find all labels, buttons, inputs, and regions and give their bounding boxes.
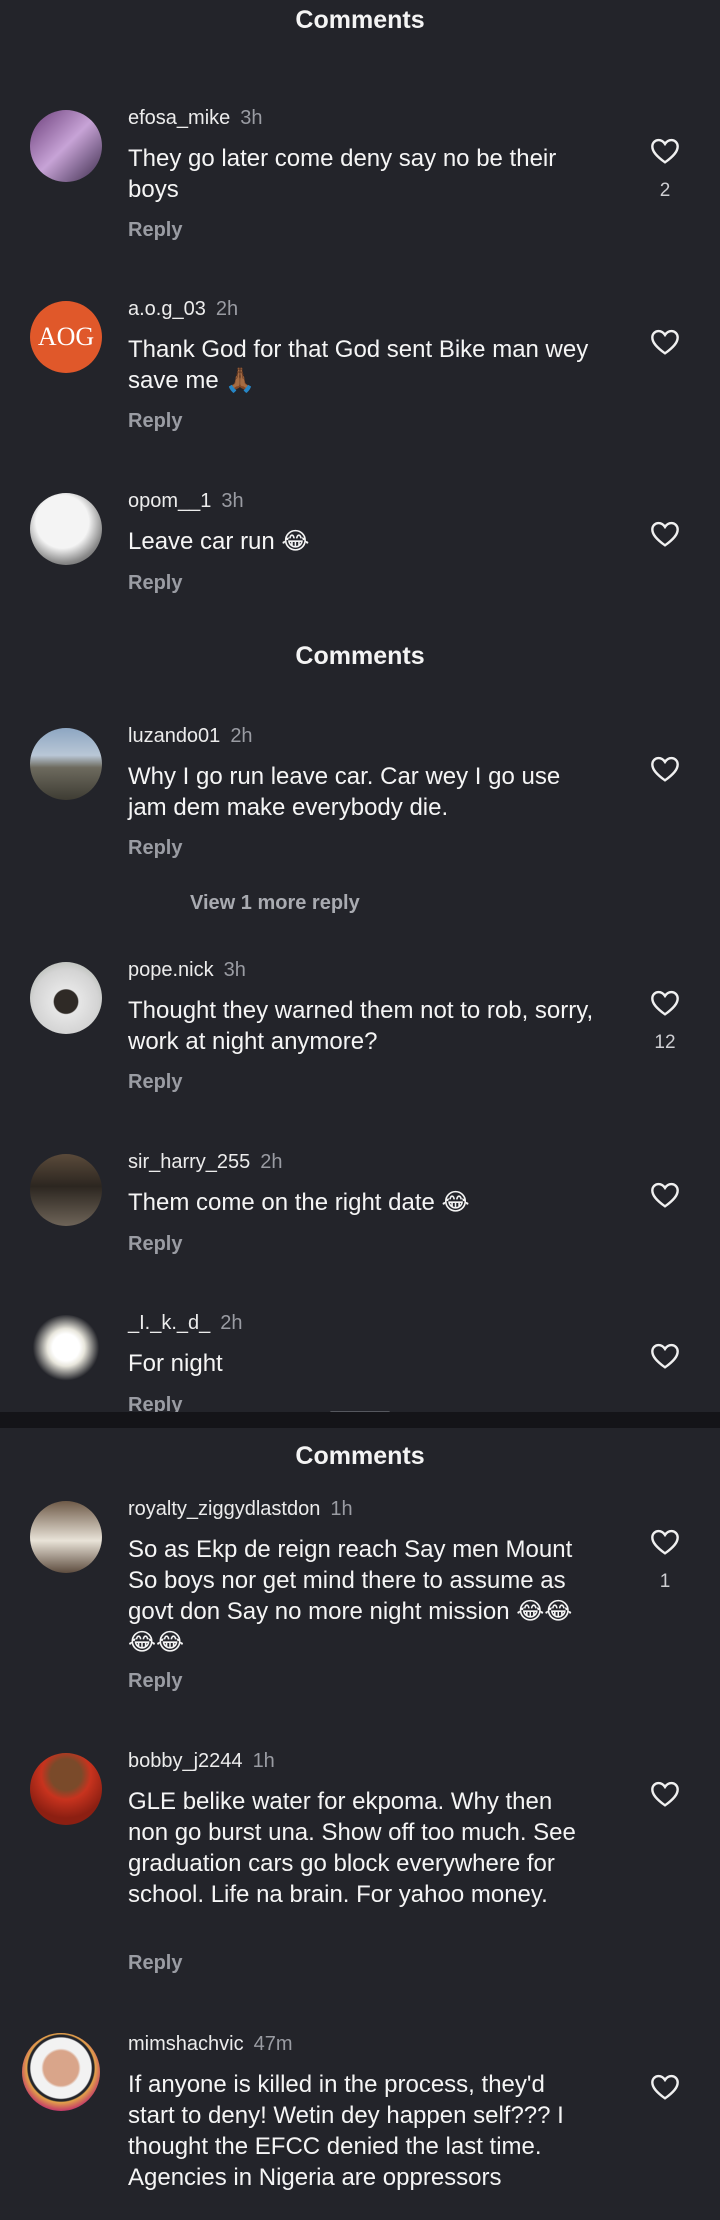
username[interactable]: a.o.g_03 [128, 298, 206, 320]
avatar-initials: AOG [37, 322, 95, 351]
comment-text: Them come on the right date 😂 [128, 1189, 470, 1216]
reply-button[interactable]: Reply [128, 572, 182, 595]
username[interactable]: pope.nick [128, 959, 214, 981]
timestamp: 2h [230, 725, 253, 747]
like-count: 2 [659, 180, 671, 201]
comment-text: Thank God for that God sent Bike man wey… [128, 336, 589, 394]
reply-button[interactable]: Reply [128, 837, 182, 860]
timestamp: 3h [221, 490, 244, 512]
avatar[interactable] [30, 1154, 102, 1226]
username[interactable]: opom__1 [128, 490, 211, 512]
username[interactable]: sir_harry_255 [128, 1151, 250, 1173]
avatar[interactable] [30, 1501, 102, 1573]
reply-button[interactable]: Reply [128, 1670, 182, 1693]
heart-outline-icon[interactable] [648, 1778, 682, 1810]
comments-panel-2: Comments luzando01 2h Why I go run leave … [0, 640, 720, 1414]
view-more-replies-button[interactable]: View 1 more reply [190, 892, 360, 915]
timestamp: 3h [240, 107, 263, 129]
timestamp: 1h [330, 1498, 353, 1520]
comment-text: Why I go run leave car. Car wey I go use… [128, 763, 561, 821]
avatar[interactable] [30, 110, 102, 182]
avatar[interactable]: AOG [30, 301, 102, 373]
panel-title: Comments [295, 1442, 425, 1470]
username[interactable]: royalty_ziggydlastdon [128, 1498, 320, 1520]
username[interactable]: bobby_j2244 [128, 1750, 243, 1772]
reply-button[interactable]: Reply [128, 1233, 182, 1256]
username[interactable]: efosa_mike [128, 107, 230, 129]
panel-title: Comments [295, 6, 425, 34]
like-count: 1 [659, 1571, 671, 1592]
timestamp: 2h [260, 1151, 283, 1173]
timestamp: 2h [220, 1312, 243, 1334]
comment-text: Leave car run 😂 [128, 528, 310, 555]
username[interactable]: luzando01 [128, 725, 220, 747]
comment-text: GLE belike water for ekpoma. Why then no… [128, 1788, 576, 1908]
heart-outline-icon[interactable] [648, 1340, 682, 1372]
panel-divider [0, 1412, 720, 1428]
timestamp: 47m [253, 2033, 293, 2055]
like-count: 12 [654, 1032, 676, 1053]
reply-button[interactable]: Reply [128, 1952, 182, 1975]
avatar[interactable] [30, 1315, 102, 1387]
reply-button[interactable]: Reply [128, 1394, 182, 1412]
timestamp: 2h [215, 298, 239, 320]
heart-outline-icon[interactable] [648, 135, 682, 167]
heart-outline-icon[interactable] [648, 1526, 682, 1558]
avatar[interactable] [22, 2033, 100, 2111]
heart-outline-icon[interactable] [648, 326, 682, 358]
username[interactable]: mimshachvic [128, 2033, 244, 2055]
reply-button[interactable]: Reply [128, 410, 182, 433]
panel-title: Comments [295, 642, 425, 670]
comment-text: So as Ekp de reign reach Say men Mount S… [128, 1536, 573, 1656]
heart-outline-icon[interactable] [648, 518, 682, 550]
timestamp: 3h [223, 959, 246, 981]
avatar[interactable] [30, 962, 102, 1034]
comments-panel-3: Comments royalty_ziggydlastdon 1h So as E… [0, 1428, 720, 2220]
comments-panel-1: Comments efosa_mike 3h They go later come… [0, 0, 720, 640]
heart-outline-icon[interactable] [648, 987, 682, 1019]
comment-item: _I._k._d_ 2h For night Reply [0, 1312, 720, 1412]
comment-text: If anyone is killed in the process, they… [128, 2071, 564, 2191]
reply-button[interactable]: Reply [128, 219, 182, 242]
avatar[interactable] [30, 728, 102, 800]
timestamp: 1h [252, 1750, 275, 1772]
reply-button[interactable]: Reply [128, 1071, 182, 1094]
heart-outline-icon[interactable] [648, 1179, 682, 1211]
heart-outline-icon[interactable] [648, 2071, 682, 2103]
avatar[interactable] [30, 1753, 102, 1825]
heart-outline-icon[interactable] [648, 753, 682, 785]
username[interactable]: _I._k._d_ [128, 1312, 210, 1334]
comment-text: They go later come deny say no be their … [128, 145, 557, 203]
avatar[interactable] [30, 493, 102, 565]
comment-text: Thought they warned them not to rob, sor… [128, 997, 594, 1055]
comment-text: For night [128, 1350, 223, 1377]
